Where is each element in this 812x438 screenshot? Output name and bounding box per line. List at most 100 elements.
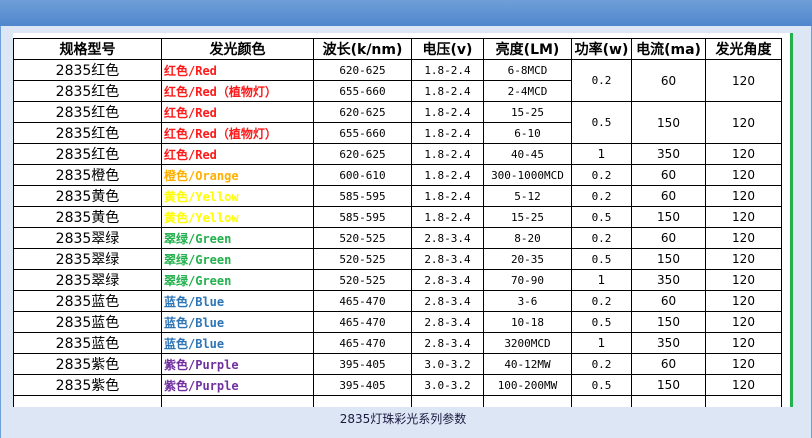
cell-voltage: 2.8-3.4 <box>411 290 484 312</box>
cell-angle: 120 <box>705 353 782 375</box>
cell-wavelength: 395-405 <box>313 353 412 375</box>
cell-model: 2835蓝色 <box>13 311 162 333</box>
cell-brightness: 15-25 <box>483 101 572 123</box>
table-row: 2835红色 红色/Red 620-625 1.8-2.4 40-45 1 35… <box>13 143 782 165</box>
table-row: 2835蓝色 蓝色/Blue 465-470 2.8-3.4 10-18 0.5… <box>13 311 782 333</box>
header-color: 发光颜色 <box>161 38 314 60</box>
cell-power: 0.2 <box>571 353 632 375</box>
cell-model: 2835红色 <box>13 101 162 123</box>
cell-wavelength: 465-470 <box>313 290 412 312</box>
cell-brightness: 5-12 <box>483 185 572 207</box>
table-row: 2835翠绿 翠绿/Green 520-525 2.8-3.4 20-35 0.… <box>13 248 782 270</box>
cell-model: 2835翠绿 <box>13 269 162 291</box>
cell-angle: 120 <box>705 311 782 333</box>
cell-wavelength: 520-525 <box>313 227 412 249</box>
cell-angle: 120 <box>705 185 782 207</box>
cell-current: 350 <box>631 269 706 291</box>
cell-wavelength: 655-660 <box>313 80 412 102</box>
cell-model: 2835蓝色 <box>13 332 162 354</box>
cell-model: 2835橙色 <box>13 164 162 186</box>
cell-voltage: 2.8-3.4 <box>411 248 484 270</box>
table-row: 2835紫色 紫色/Purple 395-405 3.0-3.2 100-200… <box>13 374 782 396</box>
empty-row <box>13 395 782 407</box>
cell-voltage: 2.8-3.4 <box>411 332 484 354</box>
cell-color: 红色/Red（植物灯） <box>161 80 314 102</box>
cell-voltage: 1.8-2.4 <box>411 59 484 81</box>
cell-angle: 120 <box>705 164 782 186</box>
cell-voltage: 2.8-3.4 <box>411 227 484 249</box>
cell-voltage: 1.8-2.4 <box>411 101 484 123</box>
cell-wavelength: 465-470 <box>313 332 412 354</box>
table-row: 2835翠绿 翠绿/Green 520-525 2.8-3.4 8-20 0.2… <box>13 227 782 249</box>
cell-power: 1 <box>571 332 632 354</box>
image-caption: 2835灯珠彩光系列参数 <box>339 412 467 426</box>
cell-color: 紫色/Purple <box>161 353 314 375</box>
cell-angle: 120 <box>705 374 782 396</box>
cell-current: 150 <box>631 206 706 228</box>
spreadsheet-image: 规格型号 发光颜色 波长(k/nm) 电压(v) 亮度(LM) 功率(w) 电流… <box>13 33 793 407</box>
cell-voltage: 1.8-2.4 <box>411 206 484 228</box>
cell-current: 150 <box>631 374 706 396</box>
cell-power: 0.5 <box>571 311 632 333</box>
cell-brightness: 15-25 <box>483 206 572 228</box>
cell-current: 60 <box>631 227 706 249</box>
cell-model: 2835黄色 <box>13 206 162 228</box>
cell-power: 0.2 <box>571 164 632 186</box>
cell-color: 紫色/Purple <box>161 374 314 396</box>
cell-model: 2835紫色 <box>13 353 162 375</box>
cell-voltage: 1.8-2.4 <box>411 80 484 102</box>
cell-current: 350 <box>631 332 706 354</box>
table-row: 2835黄色 黄色/Yellow 585-595 1.8-2.4 15-25 0… <box>13 206 782 228</box>
header-brightness: 亮度(LM) <box>483 38 572 60</box>
cell-color: 翠绿/Green <box>161 227 314 249</box>
cell-model: 2835蓝色 <box>13 290 162 312</box>
cell-brightness: 2-4MCD <box>483 80 572 102</box>
cell-current-merged: 60 <box>631 59 706 102</box>
cell-power: 0.5 <box>571 206 632 228</box>
header-power: 功率(w) <box>571 38 632 60</box>
table-row: 2835紫色 紫色/Purple 395-405 3.0-3.2 40-12MW… <box>13 353 782 375</box>
table-row: 2835黄色 黄色/Yellow 585-595 1.8-2.4 5-12 0.… <box>13 185 782 207</box>
cell-color: 红色/Red <box>161 101 314 123</box>
cell-angle-merged: 120 <box>705 59 782 102</box>
cell-angle-merged: 120 <box>705 101 782 144</box>
cell-model: 2835翠绿 <box>13 227 162 249</box>
cell-power: 0.2 <box>571 290 632 312</box>
table-row: 2835翠绿 翠绿/Green 520-525 2.8-3.4 70-90 1 … <box>13 269 782 291</box>
cell-color: 蓝色/Blue <box>161 290 314 312</box>
cell-voltage: 1.8-2.4 <box>411 185 484 207</box>
cell-current: 60 <box>631 164 706 186</box>
cell-model: 2835红色 <box>13 122 162 144</box>
cell-voltage: 1.8-2.4 <box>411 164 484 186</box>
cell-brightness: 3200MCD <box>483 332 572 354</box>
cell-power: 1 <box>571 269 632 291</box>
cell-power: 0.2 <box>571 227 632 249</box>
table-row: 2835蓝色 蓝色/Blue 465-470 2.8-3.4 3200MCD 1… <box>13 332 782 354</box>
cell-brightness: 300-1000MCD <box>483 164 572 186</box>
cell-model: 2835紫色 <box>13 374 162 396</box>
cell-current: 350 <box>631 143 706 165</box>
cell-power-merged: 0.2 <box>571 59 632 102</box>
cell-brightness: 6-8MCD <box>483 59 572 81</box>
cell-color: 黄色/Yellow <box>161 206 314 228</box>
cell-brightness: 3-6 <box>483 290 572 312</box>
cell-color: 红色/Red（植物灯） <box>161 122 314 144</box>
cell-power: 0.5 <box>571 374 632 396</box>
cell-brightness: 70-90 <box>483 269 572 291</box>
cell-angle: 120 <box>705 206 782 228</box>
cell-wavelength: 465-470 <box>313 311 412 333</box>
table-row: 2835红色 红色/Red 620-625 1.8-2.4 15-25 0.5 … <box>13 101 782 144</box>
header-current: 电流(ma) <box>631 38 706 60</box>
cell-voltage: 3.0-3.2 <box>411 353 484 375</box>
led-spec-table: 规格型号 发光颜色 波长(k/nm) 电压(v) 亮度(LM) 功率(w) 电流… <box>13 38 782 407</box>
cell-angle: 120 <box>705 290 782 312</box>
cell-color: 红色/Red <box>161 59 314 81</box>
cell-angle: 120 <box>705 143 782 165</box>
header-model: 规格型号 <box>13 38 162 60</box>
header-wavelength: 波长(k/nm) <box>313 38 412 60</box>
cell-model: 2835红色 <box>13 59 162 81</box>
cell-color: 红色/Red <box>161 143 314 165</box>
cell-color: 蓝色/Blue <box>161 311 314 333</box>
cell-model: 2835翠绿 <box>13 248 162 270</box>
cell-brightness: 40-12MW <box>483 353 572 375</box>
